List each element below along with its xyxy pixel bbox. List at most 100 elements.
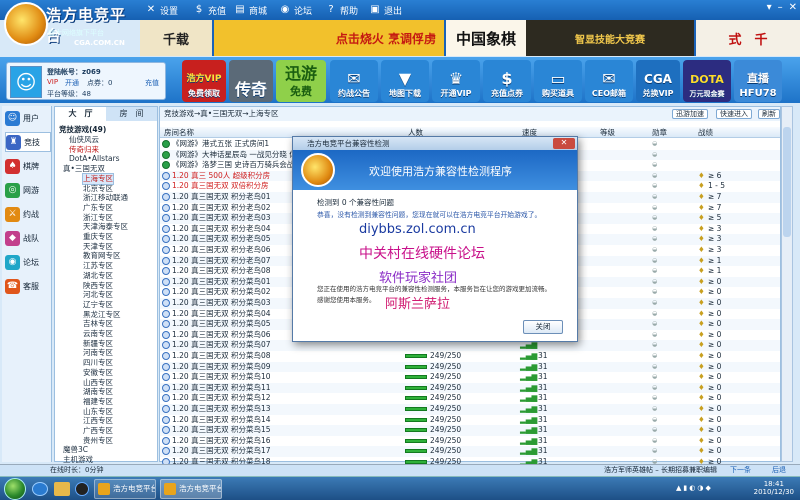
taskbar-item-platform[interactable]: 浩方电竞平台 - 5... [94, 479, 156, 499]
toolbar-vip-free[interactable]: 浩方VIP 免费领取 [182, 60, 226, 102]
banner-ad-4[interactable]: 智显技能大竞赛 [526, 20, 694, 56]
nav-team[interactable]: ◆ 战队 [5, 228, 51, 248]
tree-item[interactable]: 河南专区 [83, 348, 113, 358]
tab-rooms[interactable]: 房 间 [106, 107, 157, 121]
ie-icon[interactable] [32, 482, 48, 496]
nav-board-games[interactable]: ♠ 棋牌 [5, 156, 51, 176]
tree-item[interactable]: 广东专区 [83, 203, 113, 213]
nav-user[interactable]: ☺ 用户 [5, 108, 51, 128]
toolbar-buy-items[interactable]: ▭ 购买道具 [534, 60, 582, 102]
menu-forum[interactable]: ◉ 论坛 [279, 3, 312, 17]
tree-item[interactable]: 浙江移动联通 [83, 193, 128, 203]
tab-lobby[interactable]: 大 厅 [55, 107, 106, 121]
tree-item[interactable]: 湖南专区 [83, 387, 113, 397]
tree-item[interactable]: 魔兽3C [63, 445, 88, 455]
next-ad-button[interactable]: 下一条 [730, 465, 751, 476]
toolbar-cga[interactable]: CGA 兑换VIP [636, 60, 680, 102]
menu-recharge[interactable]: $ 充值 [193, 3, 226, 17]
table-row[interactable]: 1.20 真三国无双 积分菜鸟12 249/250 ▂▄▆ 31 ◒ ♦ ≥ 0 [160, 393, 780, 404]
toolbar-map-download[interactable]: ▼ 地图下载 [381, 60, 429, 102]
close-icon[interactable]: ✕ [789, 2, 797, 13]
clock[interactable]: 18:41 2010/12/30 [754, 480, 794, 496]
tree-item[interactable]: 江西专区 [83, 416, 113, 426]
col-room-name[interactable]: 房间名称 [164, 127, 194, 138]
recharge-link[interactable]: 充值 [145, 78, 159, 88]
table-row[interactable]: 1.20 真三国无双 积分菜鸟14 249/250 ▂▄▆ 31 ◒ ♦ ≥ 0 [160, 415, 780, 426]
minimize-button[interactable]: – [778, 2, 783, 13]
status-ad-link[interactable]: 浩方军师英雄帖 – 长期招募兼职编辑 [604, 465, 717, 476]
tree-item[interactable]: 福建专区 [83, 397, 113, 407]
start-button[interactable] [4, 478, 26, 500]
toolbar-xunyou[interactable]: 迅游 免费 [276, 60, 326, 102]
tree-item[interactable]: 吉林专区 [83, 319, 113, 329]
tree-root[interactable]: 竞技游戏(49) [59, 125, 106, 135]
menu-help[interactable]: ? 帮助 [325, 3, 358, 17]
toolbar-live[interactable]: 直播 HFU78 [734, 60, 782, 102]
tray-icons[interactable]: ▲▮◐◑◆ [676, 484, 736, 494]
refresh-button[interactable]: 刷新 [758, 109, 780, 119]
table-row[interactable]: 1.20 真三国无双 积分菜鸟15 249/250 ▂▄▆ 31 ◒ ♦ ≥ 0 [160, 425, 780, 436]
fast-join-button[interactable]: 快速进入 [716, 109, 752, 119]
tree-item[interactable]: 真•三国无双 [63, 164, 105, 174]
taskbar-item-compat[interactable]: 浩方电竞平台兼... [160, 479, 222, 499]
col-medal[interactable]: 勋章 [652, 127, 667, 138]
menu-shop[interactable]: ▤ 商城 [234, 3, 267, 17]
toolbar-recharge[interactable]: $ 充值点券 [483, 60, 531, 102]
toolbar-legend[interactable]: 传奇 [229, 60, 273, 102]
tree-item[interactable]: 北京专区 [83, 184, 113, 194]
banner-ad-2[interactable]: 点击烧火 烹调俘虏 [214, 20, 444, 56]
tree-item[interactable]: 四川专区 [83, 358, 113, 368]
open-vip-link[interactable]: 开通 [65, 78, 79, 88]
tree-item[interactable]: 江苏专区 [83, 261, 113, 271]
tree-item[interactable]: 仙侠风云 [69, 135, 99, 145]
tree-item[interactable]: 天津海泰专区 [83, 222, 128, 232]
nav-competitive[interactable]: ♜ 竞技 [5, 132, 51, 152]
table-row[interactable]: 1.20 真三国无双 积分菜鸟17 249/250 ▂▄▆ 31 ◒ ♦ ≥ 0 [160, 446, 780, 457]
tree-item[interactable]: 传奇归来 [69, 145, 99, 155]
toolbar-open-vip[interactable]: ♛ 开通VIP [432, 60, 480, 102]
tree-item[interactable]: 广西专区 [83, 426, 113, 436]
table-row[interactable]: 1.20 真三国无双 积分菜鸟11 249/250 ▂▄▆ 31 ◒ ♦ ≥ 0 [160, 382, 780, 394]
nav-online-games[interactable]: ◎ 网游 [5, 180, 51, 200]
tree-item[interactable]: 河北专区 [83, 290, 113, 300]
table-row[interactable]: 1.20 真三国无双 积分菜鸟13 249/250 ▂▄▆ 31 ◒ ♦ ≥ 0 [160, 404, 780, 415]
tree-item[interactable]: 陕西专区 [83, 281, 113, 291]
toolbar-announcement[interactable]: ✉ 约战公告 [330, 60, 378, 102]
dialog-close-button[interactable]: 关闭 [523, 320, 563, 334]
tree-item[interactable]: DotA•Allstars [69, 154, 120, 164]
menu-exit[interactable]: ▣ 退出 [369, 3, 402, 17]
table-row[interactable]: 1.20 真三国无双 积分菜鸟16 249/250 ▂▄▆ 31 ◒ ♦ ≥ 0 [160, 436, 780, 447]
tree-item[interactable]: 重庆专区 [83, 232, 113, 242]
tree-item[interactable]: 上海专区 [82, 172, 114, 185]
toolbar-ceo-mail[interactable]: ✉ CEO邮箱 [585, 60, 633, 102]
nav-challenge[interactable]: ⚔ 约战 [5, 204, 51, 224]
banner-ad-5[interactable]: 式 千 [696, 20, 800, 56]
nav-support[interactable]: ☎ 客服 [5, 276, 51, 296]
folder-icon[interactable] [54, 482, 70, 496]
scrollbar-thumb[interactable] [783, 127, 791, 237]
tree-item[interactable]: 山西专区 [83, 378, 113, 388]
minimize-icon[interactable]: ▾ [767, 2, 772, 13]
banner-ad-3[interactable]: 中国象棋 [446, 20, 526, 56]
avatar[interactable]: ☺ [10, 66, 42, 98]
room-list-scrollbar[interactable] [781, 106, 793, 462]
prev-ad-button[interactable]: 后退 [772, 465, 786, 476]
toolbar-dota[interactable]: DOTA 万元现金赛 [683, 60, 731, 102]
nav-forum[interactable]: ◉ 论坛 [5, 252, 51, 272]
tree-item[interactable]: 教育网专区 [83, 251, 121, 261]
table-row[interactable]: 1.20 真三国无双 积分菜鸟10 249/250 ▂▄▆ 31 ◒ ♦ ≥ 0 [160, 372, 780, 383]
menu-settings[interactable]: ✕ 设置 [145, 3, 178, 17]
table-row[interactable]: 1.20 真三国无双 积分菜鸟08 249/250 ▂▄▆ 31 ◒ ♦ ≥ 0 [160, 351, 780, 362]
tree-item[interactable]: 安徽专区 [83, 368, 113, 378]
tree-item[interactable]: 辽宁专区 [83, 300, 113, 310]
col-record[interactable]: 战绩 [698, 127, 713, 138]
col-level[interactable]: 等级 [600, 127, 615, 138]
quick-join-button[interactable]: 迅游加速 [672, 109, 708, 119]
banner-ad-1[interactable]: 千载 [140, 20, 212, 56]
tree-item[interactable]: 湖北专区 [83, 271, 113, 281]
room-name: 1.20 真三国无双 积分菜鸟09 [172, 361, 271, 371]
table-row[interactable]: 1.20 真三国无双 积分菜鸟09 249/250 ▂▄▆ 31 ◒ ♦ ≥ 0 [160, 361, 780, 373]
media-player-icon[interactable] [75, 482, 89, 496]
tree-item[interactable]: 云南专区 [83, 329, 113, 339]
dialog-close-icon[interactable]: ✕ [553, 138, 575, 149]
